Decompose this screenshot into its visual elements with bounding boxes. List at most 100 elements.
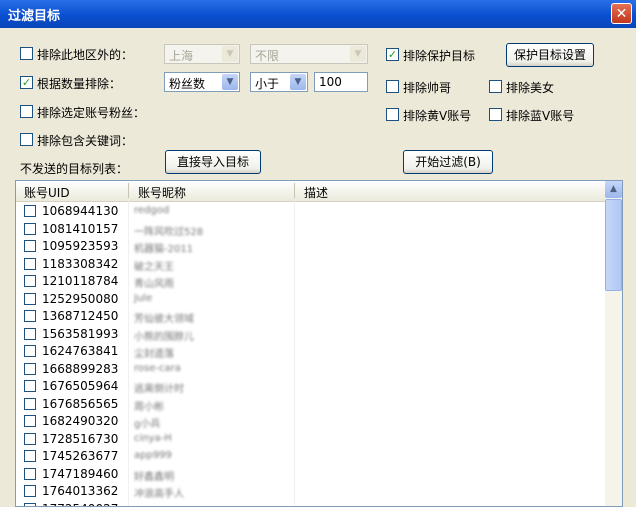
row-nickname: 青山风雨 — [134, 279, 174, 290]
table-row[interactable]: 1368712450 芳仙彼大领域 — [16, 307, 606, 325]
row-nickname: 周小彬 — [134, 401, 164, 413]
scroll-thumb[interactable] — [605, 199, 622, 291]
table-row[interactable]: 1624763841 尘封遗落 — [16, 342, 606, 360]
exclude-protected-label: 排除保护目标 — [403, 49, 476, 63]
exclude-blue-v-checkbox[interactable] — [489, 108, 502, 121]
exclude-handsome-label: 排除帅哥 — [403, 81, 452, 95]
exclude-protected-checkbox[interactable]: ✓ — [386, 48, 399, 61]
row-nickname: 小熊的围脖儿 — [134, 331, 194, 343]
table-row[interactable]: 1676505964 逃离倒计时 — [16, 377, 606, 395]
row-uid: 1183308342 — [42, 256, 119, 271]
row-uid: 1563581993 — [42, 326, 119, 341]
vertical-scrollbar[interactable]: ▲ — [605, 181, 622, 506]
row-uid: 1764013362 — [42, 484, 119, 498]
exclude-yellow-v-label: 排除黄V账号 — [403, 109, 472, 123]
row-checkbox[interactable] — [24, 327, 36, 340]
column-header-description[interactable]: 描述 — [304, 184, 328, 201]
table-row[interactable]: 1772540027 …… — [16, 500, 606, 507]
row-nickname: 破之天王 — [134, 261, 174, 273]
row-nickname: rose-cara — [134, 362, 181, 374]
row-nickname: Jule — [134, 292, 153, 304]
table-row[interactable]: 1252950080 Jule — [16, 290, 606, 308]
row-checkbox[interactable] — [24, 310, 36, 322]
exclude-keywords-label: 排除包含关键词： — [37, 134, 134, 148]
row-uid: 1668899283 — [42, 361, 119, 376]
row-checkbox[interactable] — [24, 467, 36, 480]
row-checkbox[interactable] — [24, 415, 36, 427]
exclude-yellow-v-checkbox[interactable] — [386, 108, 399, 121]
chevron-down-icon: ▼ — [350, 46, 366, 62]
exclude-keywords-checkbox[interactable] — [20, 133, 33, 146]
region-province-select[interactable]: 上海 ▼ — [164, 44, 240, 64]
row-checkbox[interactable] — [24, 362, 36, 375]
row-nickname: 机器猫-2011 — [134, 244, 194, 255]
row-checkbox[interactable] — [24, 397, 36, 410]
row-uid: 1676856565 — [42, 396, 119, 411]
row-uid: 1252950080 — [42, 291, 119, 306]
row-checkbox[interactable] — [24, 502, 36, 506]
window-title: 过滤目标 — [8, 9, 61, 24]
title-bar: 过滤目标 ✕ — [0, 0, 636, 28]
row-checkbox[interactable] — [24, 257, 36, 270]
exclude-beauty-checkbox[interactable] — [489, 80, 502, 93]
row-uid: 1676505964 — [42, 379, 119, 393]
quantity-value-input[interactable]: 100 — [314, 72, 368, 92]
table-row[interactable]: 1563581993 小熊的围脖儿 — [16, 325, 606, 343]
quantity-compare-select[interactable]: 小于 ▼ — [250, 72, 308, 92]
row-nickname: …… — [134, 503, 154, 507]
table-row[interactable]: 1745263677 app999 — [16, 447, 606, 465]
chevron-down-icon: ▼ — [222, 46, 238, 62]
table-row[interactable]: 1095923593 机器猫-2011 — [16, 237, 606, 255]
table-row[interactable]: 1081410157 一阵风吹过528 — [16, 220, 606, 238]
import-targets-button[interactable]: 直接导入目标 — [165, 150, 261, 174]
exclude-quantity-label: 根据数量排除： — [37, 77, 122, 91]
target-list[interactable]: 账号UID 账号昵称 描述 1068944130 redgod 1081410157… — [15, 180, 623, 507]
row-nickname: redgod — [134, 205, 170, 216]
start-filter-button[interactable]: 开始过滤(B) — [403, 150, 493, 174]
region-city-select[interactable]: 不限 ▼ — [250, 44, 368, 64]
row-checkbox[interactable] — [24, 450, 36, 462]
row-nickname: 一阵风吹过528 — [134, 226, 204, 238]
exclude-handsome-checkbox[interactable] — [386, 80, 399, 93]
row-checkbox[interactable] — [24, 432, 36, 445]
row-nickname: 冲浪高手人 — [134, 489, 184, 500]
exclude-selected-fans-label: 排除选定账号粉丝： — [37, 106, 146, 120]
row-nickname: cinya-H — [134, 432, 172, 444]
row-checkbox[interactable] — [24, 222, 36, 235]
table-row[interactable]: 1728516730 cinya-H — [16, 430, 606, 448]
row-uid: 1368712450 — [42, 309, 119, 323]
table-row[interactable]: 1668899283 rose-cara — [16, 360, 606, 378]
table-row[interactable]: 1068944130 redgod — [16, 202, 606, 220]
column-header-uid[interactable]: 账号UID — [24, 184, 70, 201]
close-button[interactable]: ✕ — [611, 3, 632, 24]
table-row[interactable]: 1747189460 好鑫鑫明 — [16, 465, 606, 483]
exclude-selected-fans-checkbox[interactable] — [20, 105, 33, 118]
row-uid: 1747189460 — [42, 466, 119, 481]
exclude-quantity-checkbox[interactable]: ✓ — [20, 76, 33, 89]
column-header-nickname[interactable]: 账号昵称 — [138, 184, 186, 201]
quantity-field-select[interactable]: 粉丝数 ▼ — [164, 72, 240, 92]
table-row[interactable]: 1210118784 青山风雨 — [16, 272, 606, 290]
row-checkbox[interactable] — [24, 485, 36, 497]
row-checkbox[interactable] — [24, 240, 36, 252]
table-row[interactable]: 1764013362 冲浪高手人 — [16, 482, 606, 500]
exclude-region-checkbox[interactable] — [20, 47, 33, 60]
row-uid: 1081410157 — [42, 221, 119, 236]
row-checkbox[interactable] — [24, 345, 36, 357]
scroll-up-icon[interactable]: ▲ — [605, 181, 622, 198]
row-checkbox[interactable] — [24, 380, 36, 392]
row-uid: 1095923593 — [42, 239, 119, 253]
row-checkbox[interactable] — [24, 292, 36, 305]
row-uid: 1772540027 — [42, 502, 118, 507]
row-checkbox[interactable] — [24, 275, 36, 287]
table-row[interactable]: 1682490320 g小兵 — [16, 412, 606, 430]
row-nickname: 尘封遗落 — [134, 349, 174, 360]
table-row[interactable]: 1676856565 周小彬 — [16, 395, 606, 413]
row-checkbox[interactable] — [24, 205, 36, 217]
exclude-beauty-label: 排除美女 — [506, 81, 555, 95]
chevron-down-icon: ▼ — [290, 74, 306, 90]
table-row[interactable]: 1183308342 破之天王 — [16, 255, 606, 273]
protect-settings-button[interactable]: 保护目标设置 — [506, 43, 594, 67]
row-nickname: g小兵 — [134, 419, 161, 430]
row-uid: 1728516730 — [42, 431, 119, 446]
